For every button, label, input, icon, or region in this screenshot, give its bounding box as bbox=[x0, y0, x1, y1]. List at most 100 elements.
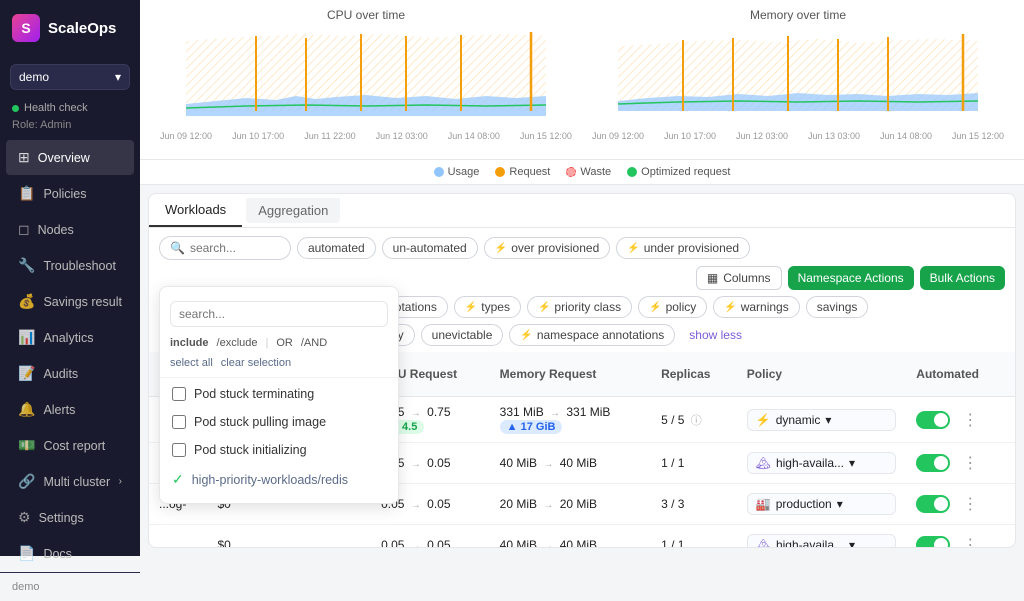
automated-toggle[interactable] bbox=[916, 411, 950, 429]
policy-pill[interactable]: 🏭 production ▾ bbox=[747, 493, 897, 515]
policy-pill[interactable]: 🏔 high-availa... ▾ bbox=[747, 534, 897, 547]
chevron-down-icon: ▾ bbox=[825, 413, 831, 427]
sidebar-item-savings[interactable]: 💰 Savings result bbox=[6, 284, 134, 319]
env-selector[interactable]: demo ▾ bbox=[10, 64, 130, 90]
pod-stuck-terminating-checkbox[interactable] bbox=[172, 387, 186, 401]
cpu-chart: CPU over time bbox=[156, 8, 576, 155]
dropdown-item-high-priority-redis[interactable]: ✓ high-priority-workloads/redis bbox=[160, 464, 398, 495]
usage-dot-icon bbox=[434, 167, 444, 177]
automated-value: ⋮ bbox=[906, 443, 1015, 484]
sidebar: S ScaleOps demo ▾ Health check Role: Adm… bbox=[0, 0, 140, 556]
dropdown-search-box[interactable] bbox=[160, 295, 398, 333]
legend-usage-label: Usage bbox=[448, 166, 480, 178]
bell-icon: 🔔 bbox=[18, 401, 35, 418]
arrow-icon: → bbox=[543, 541, 553, 547]
sidebar-item-alerts[interactable]: 🔔 Alerts bbox=[6, 392, 134, 427]
namespace-actions-button[interactable]: Namespace Actions bbox=[788, 266, 914, 290]
more-options-button[interactable]: ⋮ bbox=[956, 451, 984, 475]
sidebar-item-cost-report[interactable]: 💵 Cost report bbox=[6, 428, 134, 463]
include-label[interactable]: include bbox=[170, 337, 209, 349]
automated-toggle[interactable] bbox=[916, 536, 950, 547]
sidebar-item-nodes[interactable]: ◻ Nodes bbox=[6, 212, 134, 247]
sidebar-item-label: Settings bbox=[39, 511, 84, 525]
policy-value[interactable]: ⚡ dynamic ▾ bbox=[737, 397, 907, 443]
dropdown-item-pod-stuck-initializing[interactable]: Pod stuck initializing bbox=[160, 436, 398, 464]
filters-section: 🔍 automated un-automated ⚡ over provisio… bbox=[149, 228, 1015, 352]
and-label[interactable]: /AND bbox=[301, 337, 327, 349]
audits-icon: 📝 bbox=[18, 365, 35, 382]
sidebar-item-audits[interactable]: 📝 Audits bbox=[6, 356, 134, 391]
policy-pill[interactable]: 🏔 high-availa... ▾ bbox=[747, 452, 897, 474]
filter-label: unevictable bbox=[432, 328, 493, 342]
sidebar-item-policies[interactable]: 📋 Policies bbox=[6, 176, 134, 211]
exclude-label[interactable]: /exclude bbox=[217, 337, 258, 349]
filter-icon: ⚡ bbox=[465, 302, 477, 313]
policy-pill[interactable]: ⚡ dynamic ▾ bbox=[747, 409, 897, 431]
arrow-icon: → bbox=[411, 541, 421, 547]
replicas-info-icon: ⓘ bbox=[691, 415, 702, 427]
filter-label: types bbox=[481, 300, 510, 314]
dropdown-item-pod-stuck-terminating[interactable]: Pod stuck terminating bbox=[160, 380, 398, 408]
memory-chart: Memory over time bbox=[588, 8, 1008, 155]
filter-automated[interactable]: automated bbox=[297, 237, 376, 259]
legend-request: Request bbox=[495, 166, 550, 178]
more-options-button[interactable]: ⋮ bbox=[956, 408, 984, 432]
sidebar-item-analytics[interactable]: 📊 Analytics bbox=[6, 320, 134, 355]
sidebar-item-settings[interactable]: ⚙ Settings bbox=[6, 500, 134, 535]
tab-workloads[interactable]: Workloads bbox=[149, 194, 242, 227]
filter-under-provisioned[interactable]: ⚡ under provisioned bbox=[616, 237, 750, 259]
filter-label: priority class bbox=[554, 300, 621, 314]
request-dot-icon bbox=[495, 167, 505, 177]
workload-search-box[interactable]: 🔍 bbox=[159, 236, 291, 260]
policy-name: high-availa... bbox=[776, 538, 844, 547]
or-label[interactable]: OR bbox=[276, 337, 293, 349]
policy-name: dynamic bbox=[776, 413, 821, 427]
chevron-down-icon: ▾ bbox=[849, 538, 855, 547]
more-options-button[interactable]: ⋮ bbox=[956, 492, 984, 516]
sidebar-item-label: Alerts bbox=[43, 403, 75, 417]
search-input[interactable] bbox=[190, 241, 280, 255]
cost-icon: 💵 bbox=[18, 437, 35, 454]
filter-savings[interactable]: savings bbox=[806, 296, 869, 318]
policy-value[interactable]: 🏔 high-availa... ▾ bbox=[737, 525, 907, 548]
dropdown-search-input[interactable] bbox=[170, 301, 388, 327]
analytics-icon: 📊 bbox=[18, 329, 35, 346]
filter-unevictable[interactable]: unevictable bbox=[421, 324, 504, 346]
filter-namespace-annotations[interactable]: ⚡ namespace annotations bbox=[509, 324, 675, 346]
app-logo: S ScaleOps bbox=[0, 0, 140, 56]
more-options-button[interactable]: ⋮ bbox=[956, 533, 984, 547]
filter-policy[interactable]: ⚡ policy bbox=[638, 296, 707, 318]
sidebar-item-docs[interactable]: 📄 Docs bbox=[6, 536, 134, 571]
columns-label: Columns bbox=[723, 271, 770, 285]
bulk-actions-button[interactable]: Bulk Actions bbox=[920, 266, 1005, 290]
clear-selection-link[interactable]: clear selection bbox=[221, 357, 291, 369]
pod-stuck-initializing-checkbox[interactable] bbox=[172, 443, 186, 457]
waste-dot-icon bbox=[566, 167, 576, 177]
sidebar-item-overview[interactable]: ⊞ Overview bbox=[6, 140, 134, 175]
filter-warnings[interactable]: ⚡ warnings bbox=[713, 296, 799, 318]
sidebar-item-label: Docs bbox=[43, 547, 71, 561]
legend-optimized: Optimized request bbox=[627, 166, 730, 178]
pod-stuck-pulling-checkbox[interactable] bbox=[172, 415, 186, 429]
workloads-panel: Workloads Aggregation 🔍 automated bbox=[148, 193, 1016, 548]
policy-value[interactable]: 🏭 production ▾ bbox=[737, 484, 907, 525]
dropdown-item-pod-stuck-pulling[interactable]: Pod stuck pulling image bbox=[160, 408, 398, 436]
automated-toggle[interactable] bbox=[916, 495, 950, 513]
arrow-icon: → bbox=[411, 408, 421, 419]
policy-value[interactable]: 🏔 high-availa... ▾ bbox=[737, 443, 907, 484]
nodes-icon: ◻ bbox=[18, 221, 30, 238]
sidebar-item-label: Policies bbox=[43, 187, 86, 201]
sidebar-item-multicluster[interactable]: 🔗 Multi cluster › bbox=[6, 464, 134, 499]
sidebar-item-troubleshoot[interactable]: 🔧 Troubleshoot bbox=[6, 248, 134, 283]
replicas-value: 1 / 1 bbox=[651, 525, 737, 548]
filter-types[interactable]: ⚡ types bbox=[454, 296, 521, 318]
filter-over-provisioned[interactable]: ⚡ over provisioned bbox=[484, 237, 611, 259]
health-check-label: Health check bbox=[24, 102, 88, 114]
automated-toggle[interactable] bbox=[916, 454, 950, 472]
select-all-link[interactable]: select all bbox=[170, 357, 213, 369]
tab-aggregation[interactable]: Aggregation bbox=[246, 198, 340, 223]
columns-button[interactable]: ▦ Columns bbox=[696, 266, 782, 290]
show-less-button[interactable]: show less bbox=[681, 325, 750, 345]
filter-priority-class[interactable]: ⚡ priority class bbox=[527, 296, 632, 318]
filter-un-automated[interactable]: un-automated bbox=[382, 237, 478, 259]
